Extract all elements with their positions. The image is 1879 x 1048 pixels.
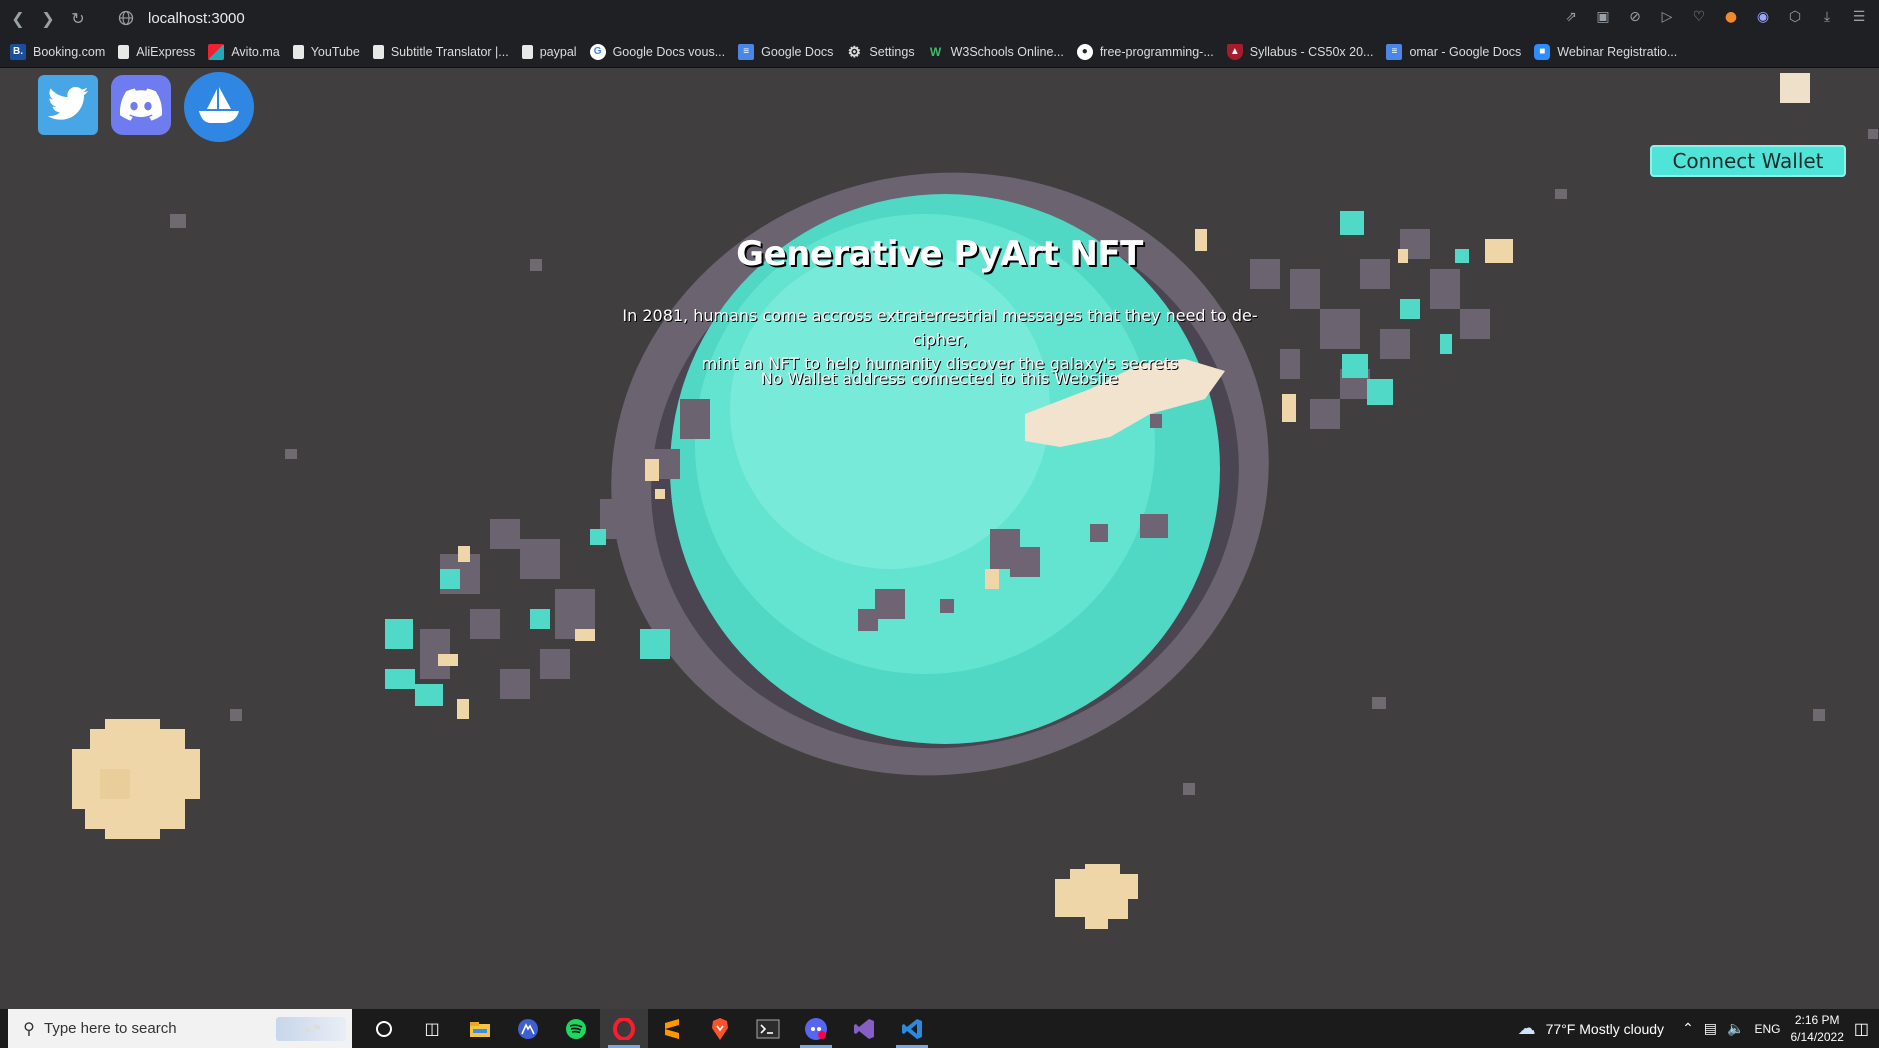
search-placeholder: Type here to search (44, 1020, 177, 1037)
weather-text[interactable]: 77°F Mostly cloudy (1546, 1021, 1664, 1037)
docs-icon: ≡ (738, 43, 755, 60)
task-view-icon[interactable]: ◫ (408, 1009, 456, 1048)
bookmark-aliexpress[interactable]: AliExpress (118, 44, 195, 59)
bookmark-booking[interactable]: B. Booking.com (10, 43, 105, 60)
chevron-up-icon[interactable]: ⌃ (1682, 1020, 1694, 1037)
clock-date: 6/14/2022 (1790, 1029, 1844, 1044)
terminal-icon[interactable] (744, 1009, 792, 1048)
docs-icon: ≡ (1386, 43, 1403, 60)
bookmark-youtube[interactable]: YouTube (292, 44, 360, 59)
page-title: Generative PyArt NFT (736, 234, 1143, 274)
visual-studio-icon[interactable] (840, 1009, 888, 1048)
windows-taskbar: ⚲ Type here to search ☁⚑ ◫ ☁ 77°F Mostly… (0, 1009, 1879, 1048)
nordvpn-icon[interactable] (504, 1009, 552, 1048)
gear-icon: ⚙ (847, 43, 862, 61)
play-icon[interactable]: ▷ (1657, 6, 1677, 28)
bookmark-webinar[interactable]: ■ Webinar Registratio... (1534, 43, 1677, 60)
share-icon[interactable]: ⇗ (1561, 6, 1581, 28)
bookmark-w3schools[interactable]: W W3Schools Online... (928, 44, 1064, 60)
block-icon[interactable]: ⊘ (1625, 6, 1645, 28)
page-description: In 2081, humans come accross extraterres… (600, 304, 1280, 376)
page-icon (118, 44, 130, 59)
address-bar[interactable]: localhost:3000 (108, 6, 245, 30)
page-icon (292, 44, 304, 59)
spotify-icon[interactable] (552, 1009, 600, 1048)
booking-icon: B. (10, 43, 26, 60)
cortana-icon[interactable] (360, 1009, 408, 1048)
connect-wallet-button[interactable]: Connect Wallet (1650, 145, 1846, 177)
discord-taskbar-icon[interactable] (792, 1009, 840, 1048)
opera-icon[interactable] (600, 1009, 648, 1048)
bookmark-avito[interactable]: Avito.ma (208, 43, 280, 60)
reload-icon[interactable]: ↻ (66, 6, 90, 30)
opensea-icon[interactable] (184, 72, 254, 142)
menu-icon[interactable]: ☰ (1849, 6, 1869, 28)
clock[interactable]: 2:16 PM 6/14/2022 (1790, 1012, 1843, 1046)
globe-icon (114, 6, 138, 30)
bookmark-settings[interactable]: ⚙ Settings (846, 43, 915, 61)
bookmark-free-programming[interactable]: ● free-programming-... (1076, 43, 1214, 60)
screenshot-icon[interactable]: ▣ (1593, 6, 1613, 28)
zoom-icon: ■ (1534, 43, 1551, 60)
download-icon[interactable]: ⤓ (1817, 6, 1837, 28)
avito-icon (208, 43, 225, 60)
brave-icon[interactable] (696, 1009, 744, 1048)
w3schools-icon: W (929, 44, 942, 59)
vscode-icon[interactable] (888, 1009, 936, 1048)
forward-icon[interactable]: ❯ (36, 6, 60, 30)
heart-icon[interactable]: ♡ (1689, 6, 1709, 28)
bookmarks-bar: B. Booking.com AliExpress Avito.ma YouTub… (0, 36, 1879, 68)
social-links (38, 72, 254, 142)
clock-time: 2:16 PM (1794, 1012, 1840, 1027)
page-icon (521, 44, 533, 59)
weather-icon[interactable]: ☁ (1518, 1018, 1536, 1039)
sublime-text-icon[interactable] (648, 1009, 696, 1048)
bookmark-paypal[interactable]: paypal (521, 44, 577, 59)
wallet-status-text: No Wallet address connected to this Webs… (760, 369, 1119, 388)
search-highlight-icon: ☁⚑ (276, 1016, 346, 1041)
search-icon: ⚲ (23, 1019, 35, 1038)
url-text[interactable]: localhost:3000 (148, 10, 245, 27)
cube-icon[interactable]: ⬡ (1785, 6, 1805, 28)
bookmark-omar-docs[interactable]: ≡ omar - Google Docs (1386, 43, 1521, 60)
page-icon (372, 44, 384, 59)
metamask-icon[interactable]: ● (1721, 6, 1741, 28)
taskbar-search[interactable]: ⚲ Type here to search ☁⚑ (8, 1009, 352, 1048)
bookmark-cs50[interactable]: ▲ Syllabus - CS50x 20... (1226, 43, 1373, 60)
github-icon: ● (1076, 43, 1093, 60)
extension-icon[interactable]: ◉ (1753, 6, 1773, 28)
back-icon[interactable]: ❮ (6, 6, 30, 30)
google-icon: G (589, 43, 606, 60)
description-line-1: In 2081, humans come accross extraterres… (622, 306, 1258, 349)
bookmark-google-docs-vous[interactable]: G Google Docs vous... (589, 43, 725, 60)
network-icon[interactable]: ▤ (1704, 1020, 1717, 1037)
page-content: Connect Wallet Generative PyArt NFT In 2… (0, 69, 1879, 1009)
twitter-icon[interactable] (38, 75, 98, 135)
harvard-icon: ▲ (1226, 43, 1243, 60)
notifications-icon[interactable]: ◫ (1854, 1019, 1869, 1039)
bookmark-google-docs[interactable]: ≡ Google Docs (738, 43, 833, 60)
bookmark-subtitle-translator[interactable]: Subtitle Translator |... (372, 44, 509, 59)
volume-icon[interactable]: 🔈 (1727, 1020, 1744, 1037)
file-explorer-icon[interactable] (456, 1009, 504, 1048)
discord-icon[interactable] (111, 75, 171, 135)
browser-toolbar: ❮ ❯ ↻ localhost:3000 ⇗ ▣ ⊘ ▷ ♡ ● ◉ ⬡ ⤓ ☰ (0, 0, 1879, 36)
language-indicator[interactable]: ENG (1754, 1022, 1780, 1036)
system-tray: ☁ 77°F Mostly cloudy ⌃ ▤ 🔈 ENG 2:16 PM 6… (1518, 1009, 1869, 1048)
planet-background (72, 73, 1878, 929)
